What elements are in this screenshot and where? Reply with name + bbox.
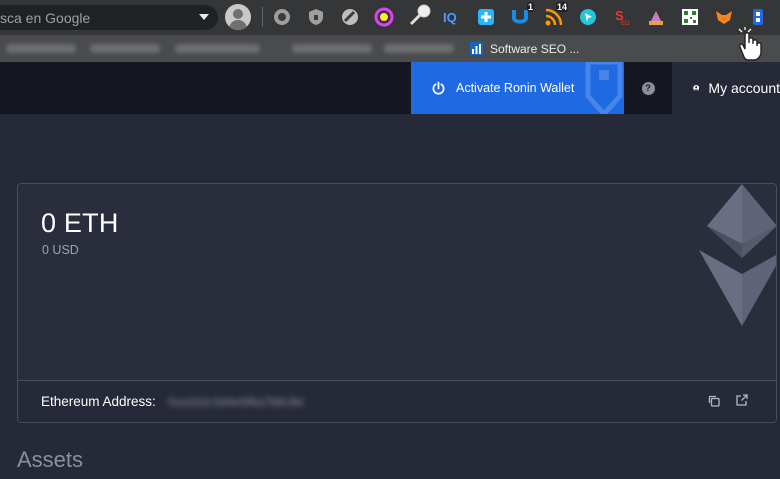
extension-shield-icon[interactable]: [306, 7, 326, 27]
svg-text:IQ: IQ: [443, 10, 457, 25]
my-account-label: My account: [708, 80, 780, 96]
extension-magnifier-icon[interactable]: [408, 2, 434, 28]
browser-toolbar: IQ 1 14 SEO: [0, 0, 780, 35]
extension-cursor-icon[interactable]: [578, 7, 598, 27]
ethereum-address-value: 0xa1b2c3d4e5f6a7b8c9d: [168, 395, 303, 409]
profile-avatar[interactable]: [225, 4, 251, 30]
blurred-bookmark[interactable]: [90, 44, 160, 53]
balance-card: 0 ETH 0 USD Ethereum Address: 0xa1b2c3d4…: [17, 183, 777, 423]
power-icon: [432, 81, 445, 95]
help-icon: ?: [641, 81, 655, 95]
extension-ronin-icon[interactable]: [748, 7, 768, 27]
blurred-bookmark[interactable]: [175, 44, 260, 53]
copy-icon[interactable]: [707, 394, 721, 408]
assets-heading: Assets: [17, 447, 84, 472]
ronin-logo-icon: [585, 62, 623, 114]
activate-ronin-wallet-button[interactable]: Activate Ronin Wallet: [411, 62, 624, 114]
extension-record-icon[interactable]: [272, 7, 292, 27]
bookmarks-bar: Software SEO ...: [0, 35, 780, 62]
activate-ronin-label: Activate Ronin Wallet: [456, 81, 575, 95]
extension-qr-icon[interactable]: [680, 7, 700, 27]
extension-metamask-icon[interactable]: [714, 7, 734, 27]
balance-section: 0 ETH 0 USD: [18, 184, 776, 380]
bookmark-label: Software SEO ...: [490, 41, 580, 56]
help-button[interactable]: ?: [624, 62, 672, 114]
eth-balance: 0 ETH: [41, 208, 119, 238]
extension-cake-icon[interactable]: [646, 7, 666, 27]
extension-color-picker-icon[interactable]: [374, 7, 394, 27]
address-row: Ethereum Address: 0xa1b2c3d4e5f6a7b8c9d: [18, 380, 776, 422]
blurred-bookmark[interactable]: [292, 44, 372, 53]
extension-u-icon[interactable]: 1: [510, 2, 534, 27]
chevron-down-icon[interactable]: [199, 14, 209, 20]
extension-plus-icon[interactable]: [476, 7, 496, 27]
user-circle-icon: [693, 84, 700, 92]
blurred-bookmark[interactable]: [384, 44, 454, 53]
external-link-icon[interactable]: [735, 393, 749, 407]
hand-cursor-icon: [738, 27, 762, 61]
extension-block-icon[interactable]: [340, 7, 360, 27]
bookmark-software-seo[interactable]: Software SEO ...: [469, 39, 579, 58]
ethereum-logo-icon: [699, 184, 776, 326]
toolbar-divider: [262, 7, 263, 27]
search-input[interactable]: [0, 5, 190, 30]
bar-chart-icon: [470, 42, 483, 55]
extension-rss-icon[interactable]: 14: [544, 2, 568, 27]
blurred-bookmark[interactable]: [6, 44, 76, 53]
ethereum-address-label: Ethereum Address:: [41, 394, 156, 409]
svg-text:EO: EO: [621, 21, 630, 27]
usd-balance: 0 USD: [42, 243, 79, 257]
extension-seo-icon[interactable]: SEO: [612, 7, 632, 27]
address-bar[interactable]: [0, 5, 218, 30]
my-account-button[interactable]: My account: [672, 62, 780, 114]
extension-iq-icon[interactable]: IQ: [442, 7, 462, 27]
